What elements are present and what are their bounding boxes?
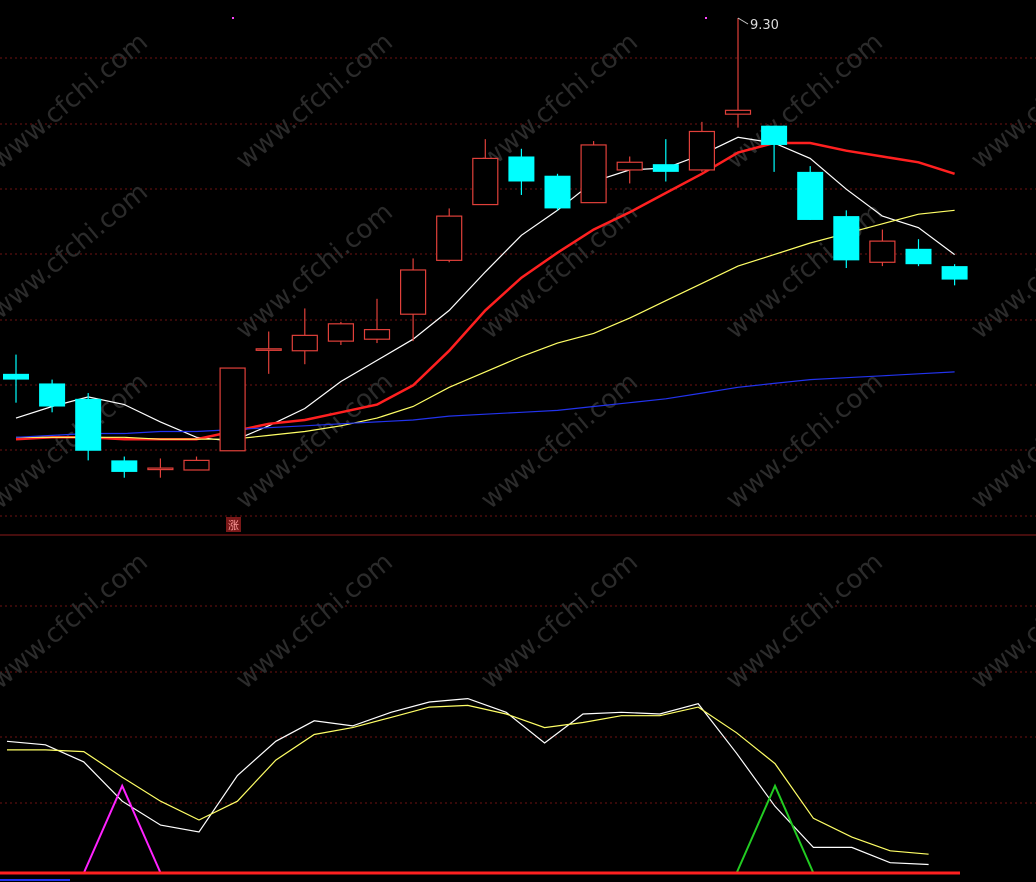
watermark-text: www.cfchi.com — [720, 367, 889, 515]
chart-canvas: www.cfchi.com www.cfchi.com www.cfchi.com w… — [0, 17, 1036, 881]
candle-body-down — [544, 175, 571, 209]
candle-body-down — [3, 373, 29, 380]
watermark-text: www.cfchi.com — [965, 547, 1036, 695]
watermark-text: www.cfchi.com — [230, 547, 399, 695]
candle — [724, 18, 752, 128]
candle — [255, 331, 282, 374]
oscillator-line-2 — [7, 704, 929, 855]
candle-body-up — [616, 161, 643, 171]
candle-body-down — [905, 248, 932, 265]
candle — [400, 258, 427, 342]
candle-body-down — [508, 156, 535, 182]
candle — [219, 367, 246, 452]
candle — [3, 354, 29, 403]
candle — [652, 139, 679, 182]
candle — [833, 210, 860, 269]
oscillator-panel — [0, 697, 960, 881]
candle-body-down — [75, 398, 102, 451]
watermark-text: www.cfchi.com — [0, 27, 154, 175]
candle-body-down — [941, 266, 968, 280]
watermark-text: www.cfchi.com — [475, 27, 644, 175]
candle-body-up — [219, 367, 246, 452]
oscillator-lines — [6, 697, 929, 874]
candle — [75, 393, 102, 461]
watermark-text: www.cfchi.com — [230, 197, 399, 345]
candle — [616, 156, 643, 184]
candle — [363, 298, 391, 344]
candle-body-up — [688, 130, 716, 171]
candle — [111, 456, 138, 478]
watermark-text: www.cfchi.com — [230, 27, 399, 175]
watermark-text: www.cfchi.com — [720, 547, 889, 695]
candle — [39, 379, 66, 413]
candle-body-up — [147, 467, 174, 471]
watermark-text: www.cfchi.com — [230, 367, 399, 515]
candle — [327, 321, 354, 345]
candle — [291, 308, 318, 365]
top-dot-marker — [705, 17, 707, 19]
candle-body-up — [436, 215, 463, 261]
candle — [797, 166, 824, 220]
signal-spike — [735, 783, 815, 874]
watermark-text: www.cfchi.com — [475, 547, 644, 695]
high-price-label: 9.30 — [750, 18, 779, 33]
candle-body-up — [869, 240, 896, 263]
watermark-text: www.cfchi.com — [965, 27, 1036, 175]
candle-body-down — [761, 125, 788, 145]
watermark-text: www.cfchi.com — [965, 367, 1036, 515]
candle — [544, 173, 571, 211]
candle — [941, 264, 968, 286]
high-price-pointer — [737, 17, 749, 25]
candle-body-up — [291, 334, 318, 352]
signal-spike — [82, 783, 162, 874]
candle-body-up — [472, 157, 499, 206]
candle — [183, 456, 210, 471]
watermark-text: www.cfchi.com — [0, 547, 154, 695]
candle-body-down — [39, 383, 66, 407]
candle-body-up — [400, 269, 427, 315]
candle-body-up — [183, 459, 210, 471]
candle-body-down — [797, 171, 824, 220]
watermark-text: www.cfchi.com — [475, 367, 644, 515]
candle-body-down — [652, 164, 679, 172]
candle — [580, 141, 607, 204]
candle-body-down — [111, 460, 138, 472]
watermark-layer: www.cfchi.com www.cfchi.com www.cfchi.com w… — [0, 27, 1036, 695]
watermark-text: www.cfchi.com — [0, 177, 154, 325]
candle — [688, 121, 716, 172]
watermark-text: www.cfchi.com — [965, 197, 1036, 345]
candle-body-up — [724, 109, 752, 115]
candle-body-down — [833, 216, 860, 261]
candle — [905, 239, 932, 267]
candle-body-up — [255, 348, 282, 351]
candle-body-up — [580, 144, 607, 204]
candle — [436, 208, 463, 263]
candle-body-up — [327, 323, 354, 342]
candle-body-up — [363, 328, 391, 340]
up-marker-text: 涨 — [228, 519, 239, 532]
candle — [869, 229, 896, 267]
candle — [147, 458, 174, 478]
top-dot-marker — [232, 17, 234, 19]
